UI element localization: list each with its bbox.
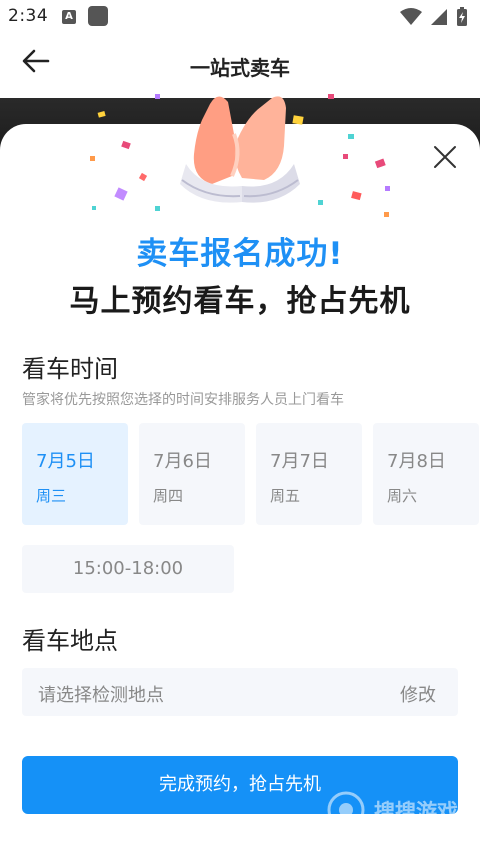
viewing-time-title: 看车时间: [22, 355, 118, 383]
notification-a-icon: A: [62, 10, 76, 24]
date-card[interactable]: 7月6日 周四: [139, 423, 245, 525]
status-time: 2:34: [8, 6, 49, 26]
close-icon: [434, 146, 456, 168]
success-subtitle: 马上预约看车，抢占先机: [69, 284, 411, 319]
booking-sheet: 卖车报名成功! 马上预约看车，抢占先机 看车时间 管家将优先按照您选择的时间安排…: [0, 94, 480, 855]
date-weekday-label: 周六: [387, 487, 418, 505]
date-weekday-label: 周五: [270, 487, 301, 505]
status-icons: [400, 6, 468, 28]
page-title: 一站式卖车: [190, 56, 290, 80]
date-day-label: 7月6日: [153, 451, 212, 472]
status-bar: 2:34 A: [0, 0, 480, 34]
time-slot-option[interactable]: 15:00-18:00: [22, 545, 234, 593]
success-title: 卖车报名成功!: [136, 236, 344, 272]
date-selector: 7月5日 周三 7月6日 周四 7月7日 周五 7月8日 周六: [22, 423, 480, 525]
date-weekday-label: 周四: [153, 487, 184, 505]
signal-icon: [431, 9, 447, 25]
location-placeholder: 请选择检测地点: [38, 685, 164, 706]
notification-square-icon: [88, 6, 108, 26]
date-card[interactable]: 7月7日 周五: [256, 423, 362, 525]
location-edit-button[interactable]: 修改: [400, 681, 436, 707]
watermark: 搜搜游戏: [326, 790, 480, 830]
location-selector[interactable]: 请选择检测地点 修改: [22, 668, 458, 716]
date-card[interactable]: 7月5日 周三: [22, 423, 128, 525]
date-weekday-label: 周三: [36, 487, 67, 505]
battery-icon: [457, 7, 467, 26]
wifi-icon: [400, 8, 422, 25]
date-day-label: 7月8日: [387, 451, 446, 472]
date-day-label: 7月5日: [36, 451, 95, 472]
close-button[interactable]: [428, 140, 462, 174]
viewing-location-title: 看车地点: [22, 627, 118, 655]
watermark-logo-icon: [327, 791, 365, 829]
viewing-time-description: 管家将优先按照您选择的时间安排服务人员上门看车: [22, 392, 344, 408]
clapping-hands-icon: [180, 96, 300, 203]
watermark-text: 搜搜游戏: [374, 800, 458, 824]
header: 一站式卖车: [0, 34, 480, 98]
date-card[interactable]: 7月8日 周六: [373, 423, 479, 525]
date-day-label: 7月7日: [270, 451, 329, 472]
